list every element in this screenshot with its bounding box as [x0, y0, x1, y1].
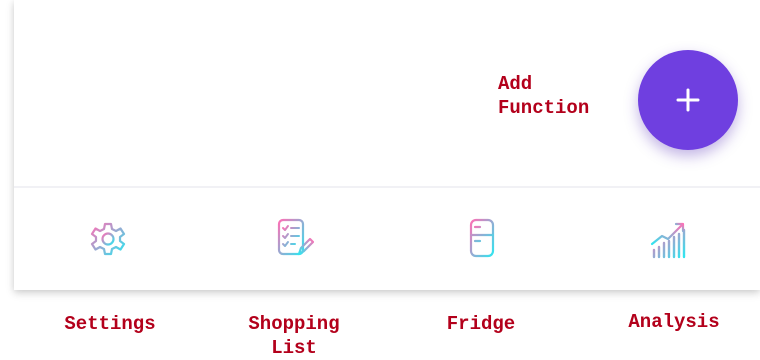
annotation-line: Function: [498, 97, 590, 119]
annotation-line: Fridge: [446, 313, 516, 335]
annotation-analysis: Analysis: [612, 310, 736, 334]
fridge-icon: [469, 218, 495, 258]
add-function-button[interactable]: [638, 50, 738, 150]
bottom-nav: [14, 188, 760, 290]
app-card: [14, 0, 760, 290]
annotation-shopping-list: Shopping List: [230, 312, 358, 360]
checklist-icon: [277, 218, 314, 256]
annotation-line: Shopping: [248, 313, 340, 335]
annotation-line: Settings: [64, 313, 156, 335]
annotation-fridge: Fridge: [432, 312, 530, 336]
annotation-line: List: [271, 337, 317, 359]
annotation-add-function: Add Function: [498, 72, 589, 120]
annotation-line: Add: [498, 73, 533, 95]
gear-icon: [90, 222, 126, 256]
plus-icon: [676, 88, 700, 112]
nav-item-settings[interactable]: [78, 214, 138, 264]
nav-item-analysis[interactable]: [638, 214, 698, 264]
annotation-settings: Settings: [48, 312, 172, 336]
bar-chart-icon: [650, 222, 686, 259]
nav-item-shopping-list[interactable]: [264, 214, 324, 264]
annotation-line: Analysis: [628, 311, 720, 333]
nav-item-fridge[interactable]: [452, 214, 512, 264]
